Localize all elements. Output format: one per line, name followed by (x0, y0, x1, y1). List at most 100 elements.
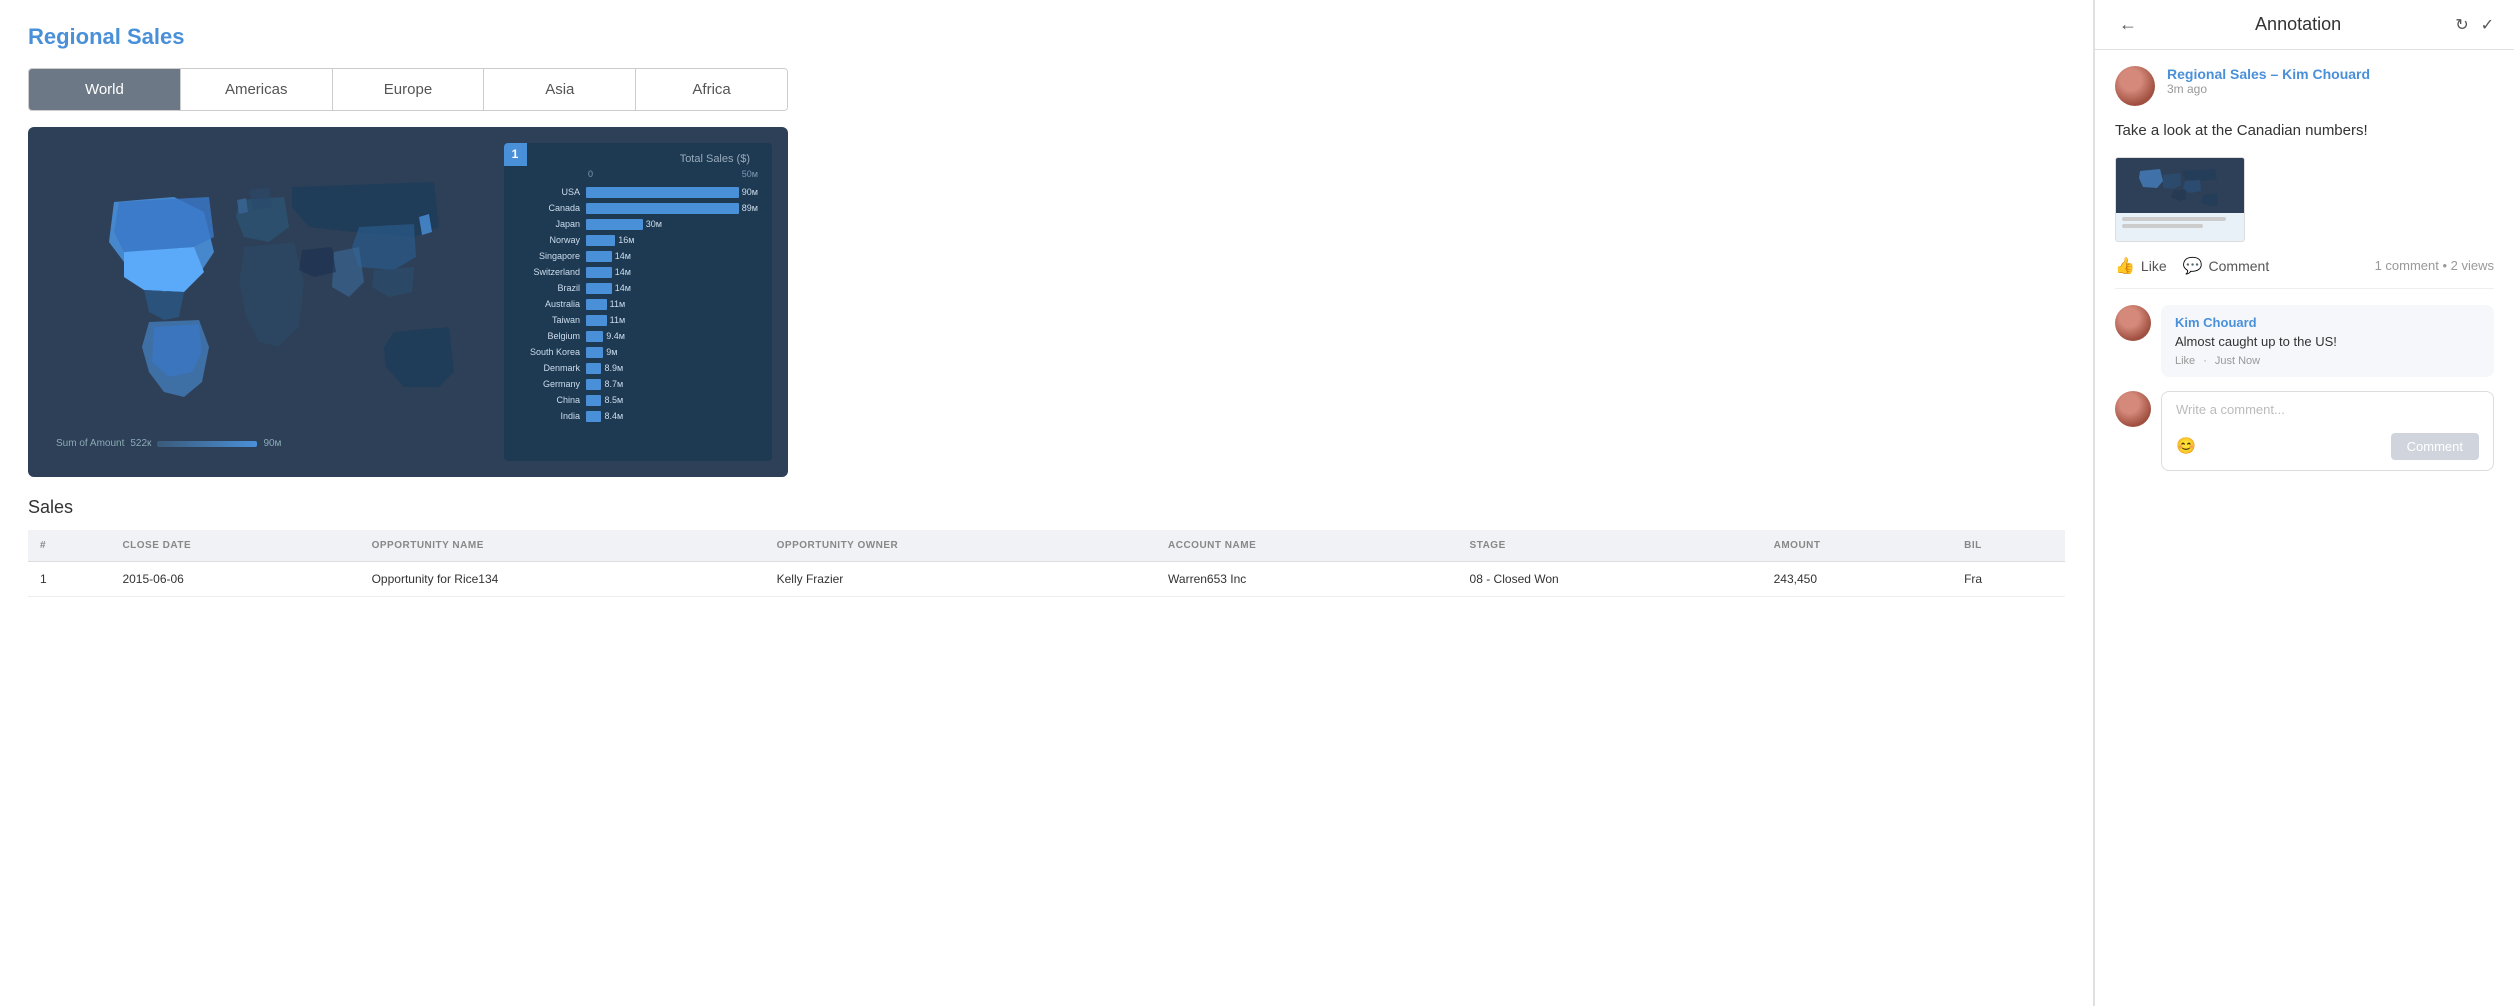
comment-placeholder[interactable]: Write a comment... (2176, 402, 2479, 417)
bar-fill (586, 363, 601, 374)
bar-track: 8.7м (586, 379, 758, 390)
comment-separator: · (2203, 355, 2207, 367)
thumb-lines (2116, 213, 2244, 235)
sales-section: Sales # CLOSE DATE OPPORTUNITY NAME OPPO… (28, 497, 2065, 597)
bar-fill (586, 187, 739, 198)
comment-time: Just Now (2215, 355, 2260, 367)
bar-fill (586, 219, 643, 230)
bar-fill (586, 299, 607, 310)
world-map (54, 152, 494, 452)
bar-track: 16м (586, 235, 758, 246)
col-bil: BIL (1952, 530, 2065, 562)
like-button[interactable]: 👍 Like (2115, 256, 2167, 276)
bar-fill (586, 395, 601, 406)
tab-europe[interactable]: Europe (333, 69, 485, 110)
bar-row: Brazil 14м (518, 281, 758, 295)
bar-value: 8.5м (604, 395, 623, 405)
chart-badge: 1 (504, 143, 527, 166)
annotation-header: ← Annotation ↻ ✓ (2095, 0, 2514, 50)
bar-fill (586, 203, 739, 214)
bar-label: Brazil (518, 283, 586, 293)
bar-value: 9м (606, 347, 617, 357)
author-name: Regional Sales – Kim Chouard (2167, 66, 2370, 82)
region-tabs: World Americas Europe Asia Africa (28, 68, 788, 111)
bar-value: 90м (742, 187, 758, 197)
bar-track: 8.5м (586, 395, 758, 406)
col-opp-owner: OPPORTUNITY OWNER (765, 530, 1156, 562)
bar-fill (586, 283, 612, 294)
bar-label: Japan (518, 219, 586, 229)
bar-row: Switzerland 14м (518, 265, 758, 279)
comment-button[interactable]: 💬 Comment (2183, 256, 2270, 276)
annotation-actions: 👍 Like 💬 Comment 1 comment • 2 views (2115, 256, 2494, 289)
thumb-inner (2116, 158, 2244, 213)
tab-world[interactable]: World (29, 69, 181, 110)
legend-max: 90м (263, 438, 281, 449)
bar-label: USA (518, 187, 586, 197)
tab-americas[interactable]: Americas (181, 69, 333, 110)
annotation-author-row: Regional Sales – Kim Chouard 3m ago (2115, 66, 2494, 106)
bar-row: Denmark 8.9м (518, 361, 758, 375)
bar-row: Taiwan 11м (518, 313, 758, 327)
thumb-line-1 (2122, 217, 2226, 221)
bar-row: USA 90м (518, 185, 758, 199)
author-avatar (2115, 66, 2155, 106)
comment-icon: 💬 (2183, 256, 2203, 276)
check-button[interactable]: ✓ (2481, 15, 2494, 35)
tab-asia[interactable]: Asia (484, 69, 636, 110)
bar-fill (586, 267, 612, 278)
bar-label: Norway (518, 235, 586, 245)
bar-chart-panel: 1 Total Sales ($) 0 50м USA 90м Canada 8… (504, 143, 772, 461)
comment-input-footer: 😊 Comment (2176, 433, 2479, 460)
bar-label: Taiwan (518, 315, 586, 325)
write-comment-row: Write a comment... 😊 Comment (2115, 391, 2494, 471)
bar-label: Singapore (518, 251, 586, 261)
bar-track: 89м (586, 203, 758, 214)
bar-label: Canada (518, 203, 586, 213)
back-button[interactable]: ← (2115, 14, 2141, 35)
comment-submit-button[interactable]: Comment (2391, 433, 2479, 460)
bar-track: 9м (586, 347, 758, 358)
bar-track: 14м (586, 251, 758, 262)
bar-track: 11м (586, 315, 758, 326)
bar-track: 9.4м (586, 331, 758, 342)
bar-value: 11м (610, 315, 626, 325)
comment-item: Kim Chouard Almost caught up to the US! … (2115, 305, 2494, 377)
cell-stage: 08 - Closed Won (1458, 562, 1762, 597)
bar-fill (586, 315, 607, 326)
bar-value: 8.4м (604, 411, 623, 421)
comment-label: Comment (2209, 258, 2270, 274)
thumb-map (2135, 163, 2225, 208)
like-label: Like (2141, 258, 2167, 274)
refresh-button[interactable]: ↻ (2455, 15, 2468, 35)
bar-label: Denmark (518, 363, 586, 373)
page-title: Regional Sales (28, 24, 2065, 50)
bar-fill (586, 235, 615, 246)
bar-value: 8.9м (604, 363, 623, 373)
col-stage: STAGE (1458, 530, 1762, 562)
emoji-button[interactable]: 😊 (2176, 436, 2196, 456)
cell-bil: Fra (1952, 562, 2065, 597)
bar-row: Japan 30м (518, 217, 758, 231)
commenter-avatar-image (2115, 305, 2151, 341)
bar-track: 14м (586, 267, 758, 278)
map-area: Sum of Amount 522к 90м (44, 143, 504, 461)
comment-section: Kim Chouard Almost caught up to the US! … (2115, 305, 2494, 471)
legend-bar (157, 441, 257, 447)
comment-meta: Like · Just Now (2175, 355, 2480, 367)
col-close-date: CLOSE DATE (110, 530, 359, 562)
avatar-image (2115, 66, 2155, 106)
bar-chart-rows: USA 90м Canada 89м Japan 30м Norway 16м (518, 185, 758, 423)
author-time: 3m ago (2167, 82, 2370, 96)
bar-row: Norway 16м (518, 233, 758, 247)
tab-africa[interactable]: Africa (636, 69, 787, 110)
bar-label: South Korea (518, 347, 586, 357)
cell-amount: 243,450 (1762, 562, 1952, 597)
legend-label: Sum of Amount (56, 438, 124, 449)
table-row: 1 2015-06-06 Opportunity for Rice134 Kel… (28, 562, 2065, 597)
table-header-row: # CLOSE DATE OPPORTUNITY NAME OPPORTUNIT… (28, 530, 2065, 562)
map-legend: Sum of Amount 522к 90м (56, 438, 281, 449)
comment-like-action[interactable]: Like (2175, 355, 2195, 367)
bar-track: 8.9м (586, 363, 758, 374)
bar-value: 16м (618, 235, 634, 245)
